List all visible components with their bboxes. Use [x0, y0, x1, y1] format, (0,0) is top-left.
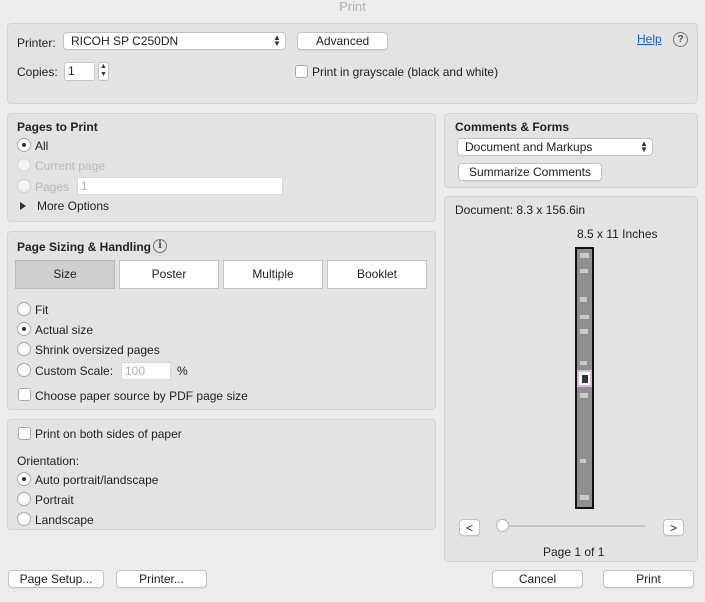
printer-select-value: RICOH SP C250DN — [71, 34, 179, 48]
summarize-comments-button[interactable]: Summarize Comments — [458, 163, 602, 181]
grayscale-label: Print in grayscale (black and white) — [312, 65, 499, 79]
page-sizing-panel — [7, 231, 436, 410]
preview-panel — [444, 196, 698, 562]
custom-scale-input[interactable]: 100 — [121, 362, 171, 380]
fit-label: Fit — [35, 303, 49, 317]
fit-radio[interactable] — [17, 302, 31, 316]
next-page-button[interactable]: > — [663, 519, 684, 536]
comments-forms-select[interactable]: Document and Markups ▲ ▼ — [457, 138, 653, 156]
printer-select[interactable]: RICOH SP C250DN ▲ ▼ — [63, 32, 286, 50]
pages-range-label: Pages — [35, 180, 70, 194]
portrait-label: Portrait — [35, 493, 74, 507]
page-preview — [575, 247, 594, 509]
current-page-radio[interactable] — [17, 158, 31, 172]
page-slider-thumb[interactable] — [496, 519, 509, 532]
page-indicator: Page 1 of 1 — [543, 545, 605, 559]
comments-forms-heading: Comments & Forms — [455, 120, 570, 134]
chevron-updown-icon: ▲ ▼ — [640, 139, 648, 154]
preview-highlight — [577, 370, 592, 387]
page-slider-track[interactable] — [500, 525, 645, 527]
preview-content — [580, 297, 587, 302]
tab-booklet[interactable]: Booklet — [327, 260, 427, 289]
tab-multiple[interactable]: Multiple — [223, 260, 323, 289]
all-pages-radio[interactable] — [17, 138, 31, 152]
advanced-button[interactable]: Advanced — [297, 32, 388, 50]
paper-source-label: Choose paper source by PDF page size — [35, 389, 248, 403]
preview-content — [580, 329, 588, 334]
page-sizing-heading: Page Sizing & Handling — [17, 240, 152, 254]
chevron-updown-icon: ▲ ▼ — [273, 33, 281, 48]
preview-content — [580, 361, 587, 365]
comments-forms-select-value: Document and Markups — [465, 140, 593, 154]
tab-size[interactable]: Size — [15, 260, 115, 289]
preview-content — [580, 315, 589, 319]
printer-button[interactable]: Printer... — [116, 570, 207, 588]
previous-page-button[interactable]: < — [459, 519, 480, 536]
actual-size-radio[interactable] — [17, 322, 31, 336]
preview-content — [580, 393, 588, 398]
orientation-heading: Orientation: — [17, 454, 80, 468]
paper-size-label: 8.5 x 11 Inches — [577, 227, 658, 241]
printer-label: Printer: — [17, 36, 56, 50]
cancel-button[interactable]: Cancel — [492, 570, 583, 588]
actual-size-label: Actual size — [35, 323, 94, 337]
auto-orientation-label: Auto portrait/landscape — [35, 473, 159, 487]
shrink-oversized-label: Shrink oversized pages — [35, 343, 160, 357]
more-options-label[interactable]: More Options — [37, 199, 109, 213]
grayscale-checkbox[interactable] — [295, 65, 308, 78]
help-link[interactable]: Help — [637, 32, 662, 46]
both-sides-label: Print on both sides of paper — [35, 427, 182, 441]
auto-orientation-radio[interactable] — [17, 472, 31, 486]
preview-content — [580, 253, 589, 258]
pages-range-input[interactable]: 1 — [77, 177, 283, 195]
copies-stepper[interactable]: ▲ ▼ — [98, 62, 109, 81]
preview-content — [580, 459, 586, 463]
copies-input[interactable]: 1 — [64, 62, 95, 81]
print-button[interactable]: Print — [603, 570, 694, 588]
pages-range-radio[interactable] — [17, 179, 31, 193]
window-title: Print — [339, 0, 366, 14]
shrink-oversized-radio[interactable] — [17, 342, 31, 356]
preview-content — [580, 269, 588, 273]
current-page-label: Current page — [35, 159, 106, 173]
preview-content — [580, 495, 589, 500]
both-sides-checkbox[interactable] — [18, 427, 31, 440]
copies-label: Copies: — [17, 65, 58, 79]
paper-source-checkbox[interactable] — [18, 388, 31, 401]
help-icon[interactable]: ? — [673, 32, 688, 47]
document-size-label: Document: 8.3 x 156.6in — [455, 203, 586, 217]
tab-poster[interactable]: Poster — [119, 260, 219, 289]
custom-scale-label: Custom Scale: — [35, 364, 114, 378]
page-setup-button[interactable]: Page Setup... — [8, 570, 104, 588]
info-icon[interactable]: i — [153, 239, 167, 253]
portrait-radio[interactable] — [17, 492, 31, 506]
landscape-radio[interactable] — [17, 512, 31, 526]
all-pages-label: All — [35, 139, 49, 153]
custom-scale-radio[interactable] — [17, 363, 31, 377]
pages-to-print-heading: Pages to Print — [17, 120, 98, 134]
landscape-label: Landscape — [35, 513, 94, 527]
disclosure-triangle-icon[interactable] — [20, 202, 26, 210]
percent-label: % — [177, 364, 188, 378]
